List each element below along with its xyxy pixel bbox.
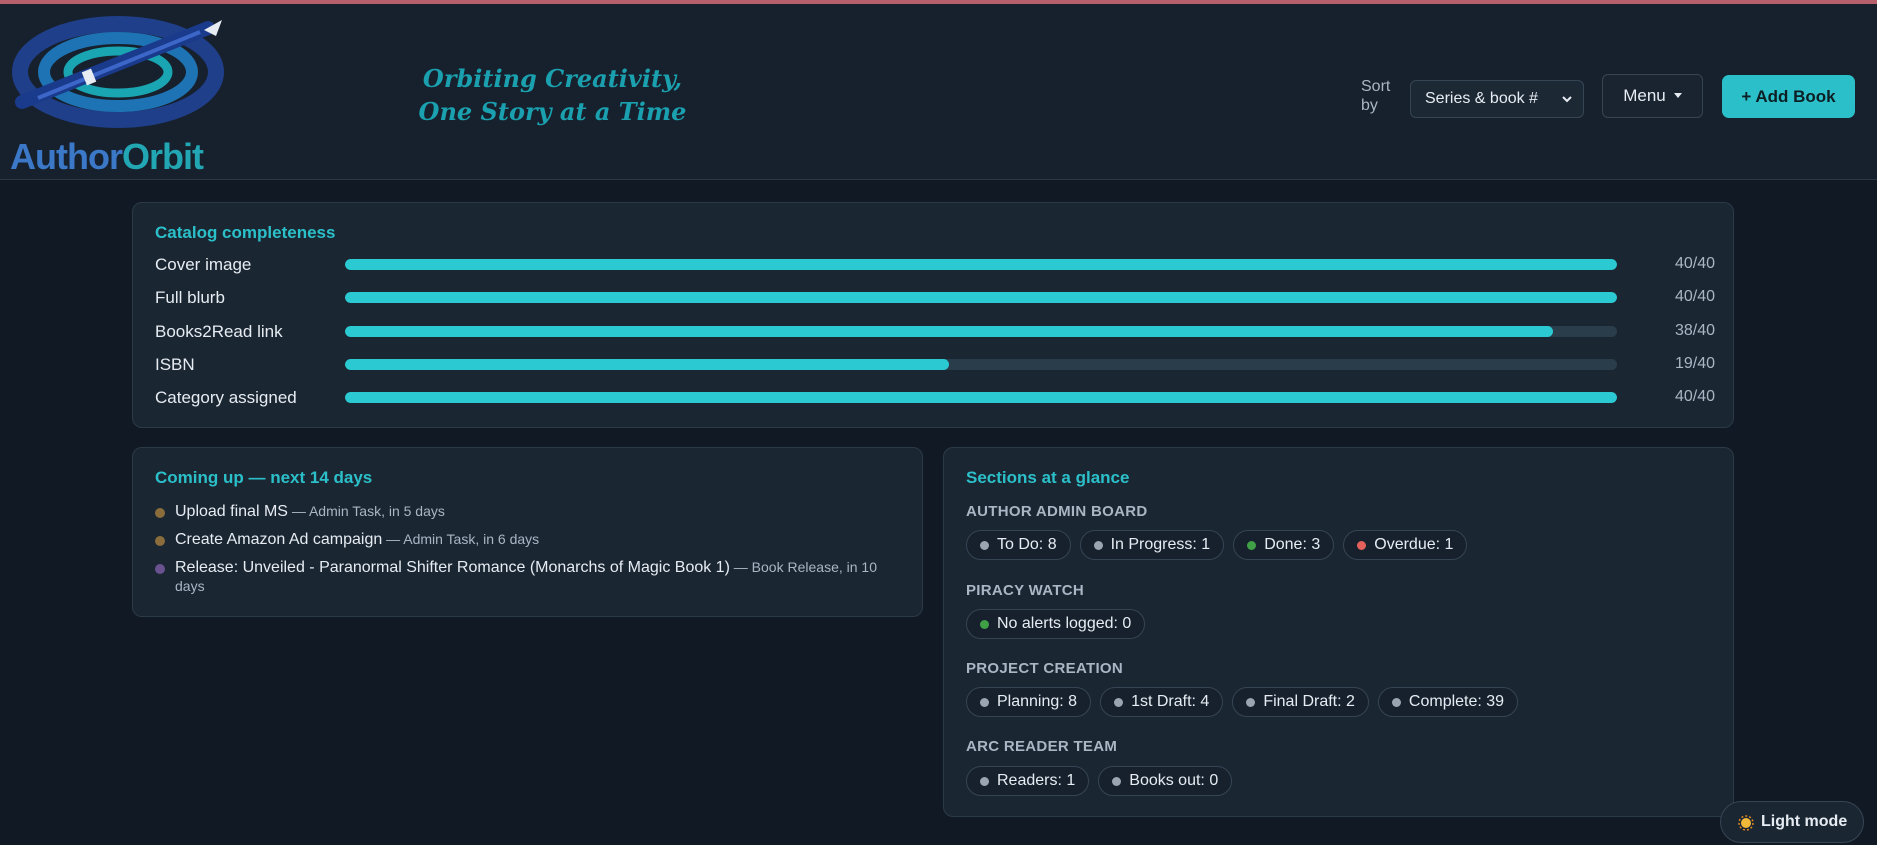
item-meta: — Admin Task, in 6 days (382, 531, 540, 547)
catalog-row: Cover image 40/40 (155, 253, 1715, 277)
status-dot (1093, 541, 1103, 550)
status-dot (980, 777, 989, 786)
catalog-row-label: Cover image (155, 255, 252, 274)
catalog-row: Full blurb 40/40 (155, 286, 1715, 310)
chevron-down-icon (1562, 96, 1572, 103)
catalog-completeness-card: Catalog completeness Cover image 40/40 Ful… (132, 202, 1734, 428)
sun-icon (1738, 815, 1754, 831)
status-chip[interactable]: Books out: 0 (1098, 766, 1233, 796)
list-item[interactable]: Upload final MS — Admin Task, in 5 days (155, 502, 905, 521)
catalog-row-count: 40/40 (1674, 255, 1715, 272)
status-chip[interactable]: Final Draft: 2 (1232, 687, 1369, 717)
status-dot (155, 536, 165, 546)
chip-group: No alerts logged: 0 (966, 609, 1146, 639)
coming-up-title: Coming up — next 14 days (155, 468, 373, 487)
status-chip[interactable]: Done: 3 (1233, 530, 1335, 560)
progress-track (345, 359, 1617, 370)
status-dot (155, 508, 165, 518)
catalog-row-count: 40/40 (1674, 288, 1715, 305)
logo-wordmark: AuthorOrbit (10, 136, 204, 177)
progress-fill (345, 392, 1617, 403)
catalog-row-count: 40/40 (1674, 388, 1715, 405)
chip-group: To Do: 8 In Progress: 1 Done: 3 Overdue: 1 (966, 530, 1468, 560)
caret-down-icon (1673, 92, 1682, 98)
list-item[interactable]: Release: Unveiled - Paranormal Shifter R… (155, 558, 905, 596)
status-dot (1112, 777, 1122, 786)
status-dot (980, 620, 989, 629)
catalog-title: Catalog completeness (155, 223, 336, 242)
catalog-row-label: Books2Read link (155, 322, 283, 341)
section-heading: ARC READER TEAM (966, 738, 1118, 755)
status-chip[interactable]: Planning: 8 (966, 687, 1092, 717)
sections-title: Sections at a glance (966, 468, 1130, 487)
progress-track (345, 292, 1617, 303)
section-heading: AUTHOR ADMIN BOARD (966, 503, 1148, 520)
catalog-row-label: Category assigned (155, 388, 297, 407)
catalog-row-label: Full blurb (155, 288, 225, 307)
catalog-row: Category assigned 40/40 (155, 386, 1715, 410)
sort-label: Sort by (1361, 78, 1391, 114)
sort-select-value: Series & book # (1425, 90, 1538, 107)
chip-group: Planning: 8 1st Draft: 4 Final Draft: 2 Com… (966, 687, 1519, 717)
chip-label: Books out: 0 (1129, 772, 1219, 789)
item-title: Release: Unveiled - Paranormal Shifter R… (175, 559, 730, 576)
chip-label: In Progress: 1 (1110, 536, 1211, 553)
chip-label: To Do: 8 (997, 536, 1057, 553)
status-dot (1391, 698, 1401, 707)
progress-fill (345, 326, 1554, 337)
status-chip[interactable]: No alerts logged: 0 (966, 609, 1146, 639)
coming-up-card: Coming up — next 14 days Upload final MS… (132, 447, 923, 617)
catalog-row-label: ISBN (155, 355, 195, 374)
menu-button-label: Menu (1623, 86, 1666, 105)
catalog-row-count: 38/40 (1674, 322, 1715, 339)
status-dot (1246, 698, 1256, 707)
progress-fill (345, 292, 1617, 303)
status-chip[interactable]: To Do: 8 (966, 530, 1071, 560)
chip-label: Final Draft: 2 (1263, 693, 1355, 710)
status-dot (155, 564, 165, 574)
chip-label: 1st Draft: 4 (1131, 693, 1210, 710)
chip-label: No alerts logged: 0 (997, 615, 1132, 632)
list-item[interactable]: Create Amazon Ad campaign — Admin Task, … (155, 530, 905, 549)
status-chip[interactable]: Complete: 39 (1377, 687, 1519, 717)
status-dot (1357, 541, 1367, 550)
menu-button[interactable]: Menu (1602, 74, 1703, 118)
section-heading: PROJECT CREATION (966, 660, 1124, 677)
add-book-button[interactable]: + Add Book (1722, 75, 1855, 118)
item-title: Upload final MS (175, 503, 288, 520)
catalog-row: Books2Read link 38/40 (155, 320, 1715, 344)
chip-label: Readers: 1 (997, 772, 1076, 789)
status-chip[interactable]: In Progress: 1 (1079, 530, 1225, 560)
progress-track (345, 392, 1617, 403)
item-title: Create Amazon Ad campaign (175, 531, 383, 548)
chip-group: Readers: 1 Books out: 0 (966, 766, 1233, 796)
status-dot (1114, 698, 1124, 707)
status-chip[interactable]: Overdue: 1 (1343, 530, 1468, 560)
chip-label: Done: 3 (1264, 536, 1321, 553)
catalog-row: ISBN 19/40 (155, 353, 1715, 377)
status-dot (980, 698, 989, 707)
tagline: Orbiting Creativity, One Story at a Time (418, 64, 687, 126)
progress-fill (345, 359, 950, 370)
section-heading: PIRACY WATCH (966, 582, 1085, 599)
progress-fill (345, 259, 1617, 270)
progress-track (345, 326, 1617, 337)
app-header: AuthorOrbit Orbiting Creativity, One Sto… (0, 4, 1877, 180)
status-dot (1247, 541, 1257, 550)
status-dot (980, 541, 989, 550)
item-meta: — Admin Task, in 5 days (287, 503, 445, 519)
progress-track (345, 259, 1617, 270)
chip-label: Planning: 8 (997, 693, 1078, 710)
light-mode-label: Light mode (1761, 813, 1848, 830)
light-mode-toggle[interactable]: Light mode (1720, 801, 1864, 843)
sections-at-a-glance-card: Sections at a glance AUTHOR ADMIN BOARD T… (943, 447, 1734, 817)
chip-label: Complete: 39 (1408, 693, 1505, 710)
catalog-row-count: 19/40 (1674, 355, 1715, 372)
status-chip[interactable]: 1st Draft: 4 (1100, 687, 1224, 717)
chip-label: Overdue: 1 (1374, 536, 1454, 553)
status-chip[interactable]: Readers: 1 (966, 766, 1090, 796)
sort-select[interactable]: Series & book # (1410, 80, 1584, 118)
